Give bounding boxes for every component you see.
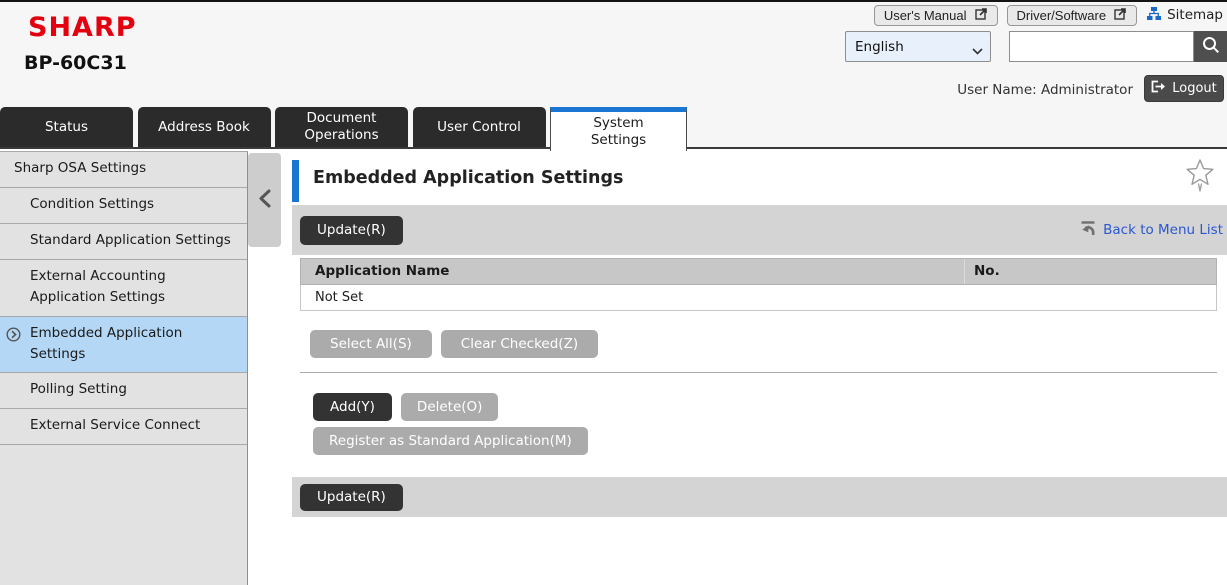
table-header-row: Application Name No.	[300, 258, 1217, 285]
sidebar-collapse-handle[interactable]	[248, 153, 281, 247]
external-link-icon	[1114, 7, 1127, 23]
update-button-top[interactable]: Update(R)	[300, 216, 403, 245]
sitemap-link[interactable]: Sitemap	[1146, 6, 1223, 25]
table-row: Not Set	[300, 285, 1217, 311]
sidebar-item-label: Condition Settings	[30, 196, 154, 212]
logout-icon	[1151, 80, 1166, 97]
logout-label: Logout	[1172, 81, 1217, 96]
select-all-button[interactable]: Select All(S)	[310, 330, 432, 358]
main-content: Embedded Application Settings Update(R) …	[292, 150, 1227, 585]
search-icon	[1201, 35, 1221, 58]
search-input[interactable]	[1009, 31, 1194, 62]
users-manual-button[interactable]: User's Manual	[874, 5, 998, 26]
sidebar-item-sharp-osa-settings[interactable]: Sharp OSA Settings	[0, 152, 247, 188]
search-button[interactable]	[1194, 31, 1227, 62]
sidebar-item-label: External Accounting Application Settings	[30, 268, 166, 305]
header-top-links: User's Manual Driver/Software Sitemap	[874, 4, 1223, 26]
tab-document-operations[interactable]: Document Operations	[275, 107, 408, 147]
title-accent-bar	[292, 160, 299, 202]
chevron-left-icon	[258, 189, 272, 212]
tab-label: System Settings	[581, 115, 657, 149]
register-standard-application-button[interactable]: Register as Standard Application(M)	[313, 427, 588, 455]
header: SHARP BP-60C31 User's Manual Driver/Soft…	[0, 2, 1227, 107]
register-button-row: Register as Standard Application(M)	[313, 427, 588, 455]
sidebar-item-label: External Service Connect	[30, 417, 200, 433]
sidebar-item-polling-setting[interactable]: Polling Setting	[0, 373, 247, 409]
users-manual-label: User's Manual	[884, 8, 967, 23]
selection-button-row: Select All(S) Clear Checked(Z)	[310, 330, 598, 358]
top-action-bar: Update(R) Back to Menu List	[292, 205, 1227, 255]
driver-software-label: Driver/Software	[1017, 8, 1107, 23]
delete-button[interactable]: Delete(O)	[401, 393, 499, 421]
add-button[interactable]: Add(Y)	[313, 393, 392, 421]
sidebar-item-label: Embedded Application Settings	[30, 325, 182, 362]
external-link-icon	[975, 7, 988, 23]
sidebar-item-external-service-connect[interactable]: External Service Connect	[0, 409, 247, 445]
tab-user-control[interactable]: User Control	[413, 107, 546, 147]
back-to-menu-link[interactable]: Back to Menu List	[1079, 220, 1223, 241]
sidebar-item-label: Sharp OSA Settings	[14, 160, 146, 176]
cell-application-name: Not Set	[301, 285, 964, 310]
sharp-logo: SHARP	[28, 12, 137, 43]
column-header-no: No.	[964, 259, 1216, 284]
tab-system-settings[interactable]: System Settings	[550, 107, 687, 151]
sitemap-label: Sitemap	[1167, 7, 1223, 23]
back-to-menu-label: Back to Menu List	[1103, 222, 1223, 238]
sidebar-item-standard-application-settings[interactable]: Standard Application Settings	[0, 224, 247, 260]
driver-software-button[interactable]: Driver/Software	[1007, 5, 1138, 26]
language-select[interactable]: English	[845, 31, 991, 62]
sidebar-item-label: Polling Setting	[30, 381, 127, 397]
sidebar-item-label: Standard Application Settings	[30, 232, 231, 248]
bottom-action-bar: Update(R)	[292, 477, 1227, 517]
tab-label: Status	[45, 119, 88, 136]
tab-label: Address Book	[158, 119, 250, 136]
column-header-application-name: Application Name	[301, 259, 964, 284]
sidebar-item-external-accounting-application-settings[interactable]: External Accounting Application Settings	[0, 260, 247, 317]
sidebar-item-embedded-application-settings[interactable]: Embedded Application Settings	[0, 317, 247, 374]
update-button-bottom[interactable]: Update(R)	[300, 484, 403, 511]
edit-button-row: Add(Y) Delete(O)	[313, 393, 498, 421]
tab-label: Document Operations	[275, 110, 408, 144]
clear-checked-button[interactable]: Clear Checked(Z)	[441, 330, 598, 358]
model-name: BP-60C31	[24, 52, 127, 74]
tab-address-book[interactable]: Address Book	[138, 107, 271, 147]
circled-chevron-right-icon	[6, 327, 21, 349]
logout-button[interactable]: Logout	[1144, 75, 1224, 102]
cell-no	[964, 285, 1216, 310]
tab-bar: Status Address Book Document Operations …	[0, 107, 1227, 149]
tab-label: User Control	[437, 119, 521, 136]
tab-status[interactable]: Status	[0, 107, 133, 147]
page-title: Embedded Application Settings	[313, 168, 623, 188]
language-select-wrap: English	[845, 31, 991, 62]
back-arrow-icon	[1079, 220, 1097, 241]
section-divider	[300, 372, 1217, 373]
sitemap-icon	[1146, 6, 1162, 25]
sidebar-item-condition-settings[interactable]: Condition Settings	[0, 188, 247, 224]
sidebar: Sharp OSA Settings Condition Settings St…	[0, 151, 248, 585]
star-icon[interactable]	[1185, 158, 1215, 198]
application-table: Application Name No. Not Set	[300, 258, 1217, 311]
user-name-label: User Name: Administrator	[957, 82, 1133, 98]
